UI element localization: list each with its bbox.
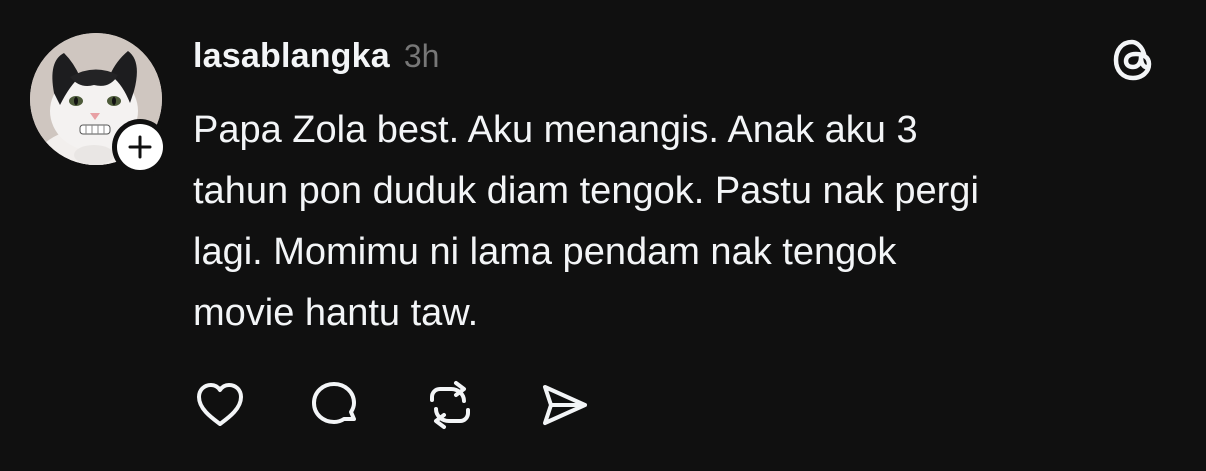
heart-icon (197, 383, 243, 426)
post-text: Papa Zola best. Aku menangis. Anak aku 3… (193, 109, 979, 334)
share-button[interactable] (535, 377, 595, 433)
follow-button-inner (117, 124, 163, 170)
thread-post: lasablangka 3h Papa Zola best. Aku menan… (0, 0, 1206, 471)
comment-icon (312, 382, 356, 424)
action-bar (190, 377, 595, 433)
timestamp[interactable]: 3h (404, 38, 440, 75)
reply-button[interactable] (305, 377, 365, 433)
send-icon (543, 385, 587, 425)
follow-button[interactable] (112, 119, 168, 175)
username[interactable]: lasablangka (193, 37, 390, 76)
threads-logo-icon[interactable] (1108, 34, 1160, 86)
threads-logo-icon-svg (1113, 39, 1152, 81)
repost-button[interactable] (420, 377, 480, 433)
plus-icon (128, 135, 152, 159)
avatar-container (30, 33, 168, 175)
like-button[interactable] (190, 377, 250, 433)
post-header: lasablangka 3h (193, 30, 439, 82)
repost-icon (430, 381, 470, 429)
